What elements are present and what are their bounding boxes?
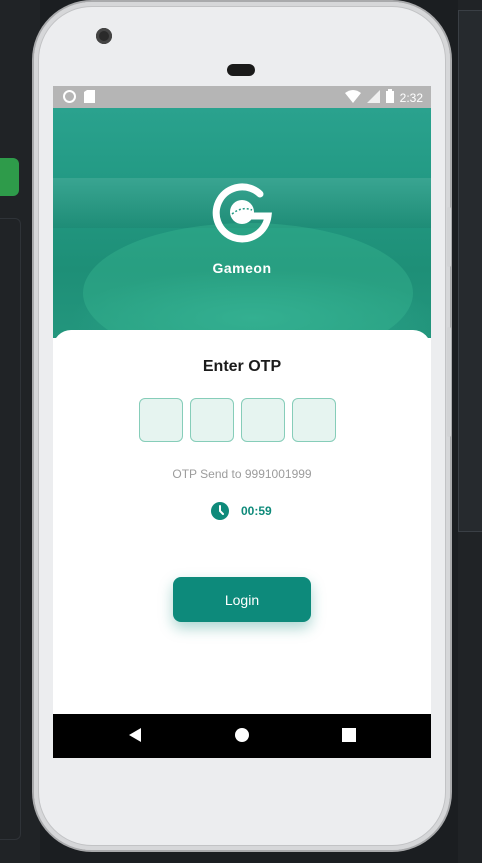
- back-icon[interactable]: [127, 727, 143, 748]
- otp-digit-1[interactable]: [139, 398, 183, 442]
- timer-text: 00:59: [241, 504, 272, 518]
- volume-button: [447, 207, 451, 267]
- background-right-panel: [458, 0, 482, 863]
- brand-name: Gameon: [212, 260, 272, 276]
- otp-digit-3[interactable]: [241, 398, 285, 442]
- clock-icon: [211, 502, 229, 520]
- power-button: [447, 327, 451, 437]
- page-title: Enter OTP: [202, 358, 282, 375]
- otp-sent-text: OTP Send to 9991001999: [172, 467, 312, 481]
- front-camera: [96, 28, 112, 44]
- device-screen: 2:32 Gameon Enter OTP OTP Send to 999100…: [53, 86, 431, 758]
- android-nav-bar: [53, 714, 431, 758]
- recents-icon[interactable]: [342, 727, 356, 748]
- sim-icon: [84, 90, 95, 106]
- hero-banner: Gameon: [53, 108, 431, 363]
- phone-frame: 2:32 Gameon Enter OTP OTP Send to 999100…: [34, 2, 451, 850]
- otp-input-row: [139, 398, 336, 442]
- gameon-logo: [210, 180, 274, 244]
- left-list-panel: [0, 218, 21, 840]
- resend-timer: 00:59: [211, 502, 272, 520]
- right-panel-box: [458, 10, 482, 532]
- wifi-icon: [344, 89, 361, 106]
- status-time: 2:32: [399, 90, 423, 105]
- signal-icon: [366, 89, 380, 106]
- otp-digit-2[interactable]: [190, 398, 234, 442]
- login-button[interactable]: Login: [173, 577, 311, 622]
- status-bar: 2:32: [53, 86, 431, 108]
- camera-status-icon: [63, 90, 76, 106]
- home-icon[interactable]: [234, 727, 250, 748]
- battery-icon: [385, 89, 394, 106]
- green-button-edge[interactable]: [0, 158, 19, 196]
- otp-card: Enter OTP OTP Send to 9991001999 00:59 L…: [53, 330, 431, 730]
- otp-digit-4[interactable]: [292, 398, 336, 442]
- speaker-grille: [227, 64, 255, 76]
